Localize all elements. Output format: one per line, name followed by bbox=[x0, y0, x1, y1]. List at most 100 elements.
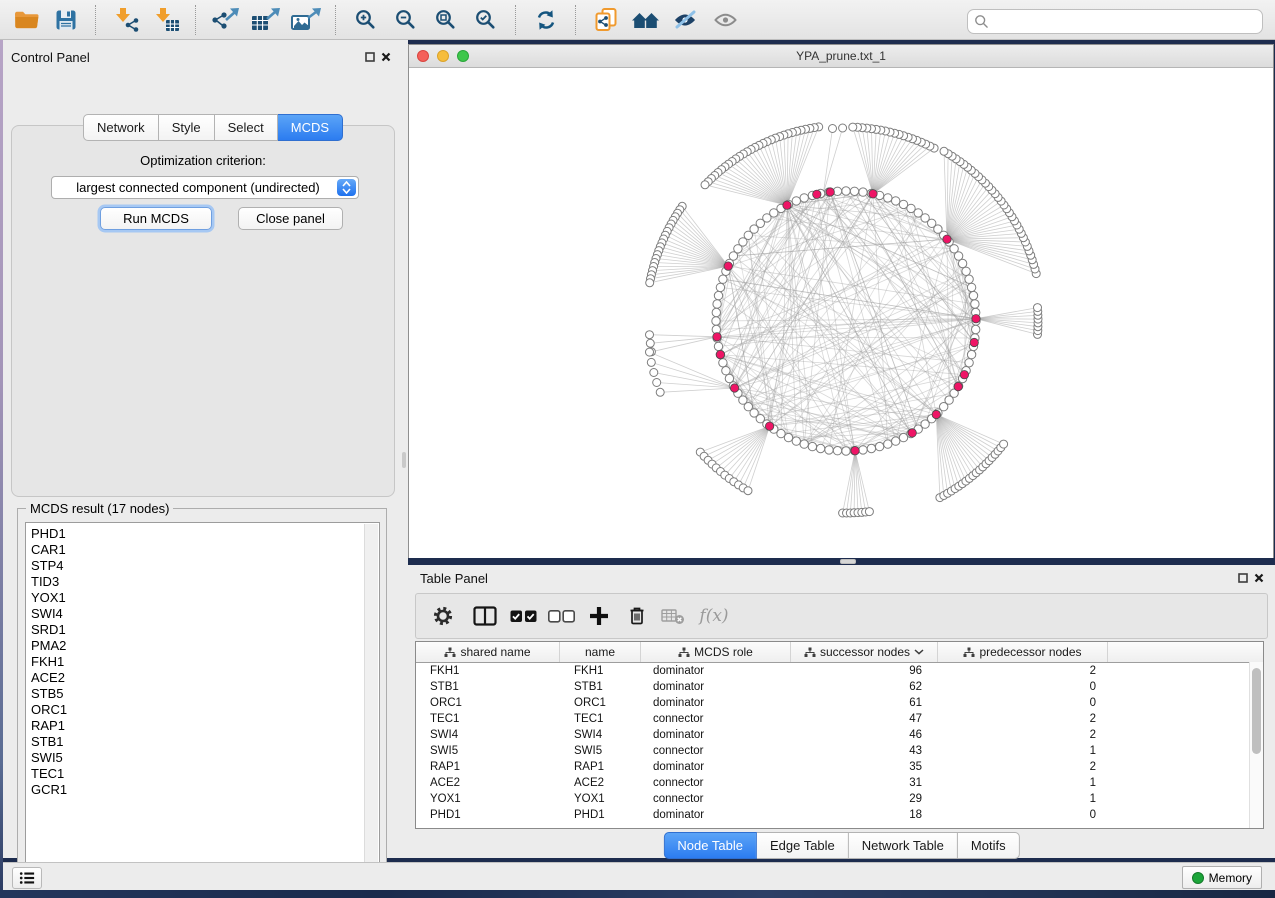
mcds-result-item[interactable]: GCR1 bbox=[31, 782, 379, 798]
column-header-mcds-role[interactable]: MCDS role bbox=[641, 642, 791, 662]
optimization-criterion-label: Optimization criterion: bbox=[11, 153, 395, 168]
table-cell-filler bbox=[1108, 663, 1263, 679]
mcds-result-item[interactable]: PMA2 bbox=[31, 638, 379, 654]
main-toolbar bbox=[0, 0, 1275, 40]
attribute-icon bbox=[963, 647, 975, 658]
table-cell: SWI4 bbox=[416, 727, 560, 743]
close-panel-button[interactable]: Close panel bbox=[238, 207, 343, 230]
sort-desc-icon bbox=[914, 649, 924, 655]
mcds-result-list[interactable]: PHD1CAR1STP4TID3YOX1SWI4SRD1PMA2FKH1ACE2… bbox=[25, 522, 380, 873]
table-cell: 29 bbox=[791, 791, 938, 807]
table-row[interactable]: SWI4SWI4dominator462 bbox=[416, 727, 1263, 743]
table-row[interactable]: PHD1PHD1dominator180 bbox=[416, 807, 1263, 823]
zoom-out-icon[interactable] bbox=[388, 3, 424, 37]
add-column-icon[interactable] bbox=[584, 601, 614, 631]
mcds-result-item[interactable]: PHD1 bbox=[31, 526, 379, 542]
export-network-icon[interactable] bbox=[208, 3, 244, 37]
tab-select[interactable]: Select bbox=[215, 114, 278, 141]
table-cell-filler bbox=[1108, 759, 1263, 775]
mcds-result-item[interactable]: SRD1 bbox=[31, 622, 379, 638]
refresh-icon[interactable] bbox=[528, 3, 564, 37]
export-table-icon[interactable] bbox=[248, 3, 284, 37]
mcds-result-item[interactable]: CAR1 bbox=[31, 542, 379, 558]
import-network-icon[interactable] bbox=[108, 3, 144, 37]
mcds-result-item[interactable]: TID3 bbox=[31, 574, 379, 590]
function-builder-icon[interactable]: f(x) bbox=[694, 601, 734, 631]
clone-network-icon[interactable] bbox=[588, 3, 624, 37]
tab-edge-table[interactable]: Edge Table bbox=[757, 832, 849, 859]
network-graph[interactable] bbox=[409, 68, 1273, 558]
column-header-name[interactable]: name bbox=[560, 642, 641, 662]
tab-network-table[interactable]: Network Table bbox=[849, 832, 958, 859]
home-layout-icon[interactable] bbox=[628, 3, 664, 37]
run-mcds-button[interactable]: Run MCDS bbox=[100, 207, 212, 230]
tab-network[interactable]: Network bbox=[83, 114, 159, 141]
table-row[interactable]: RAP1RAP1dominator352 bbox=[416, 759, 1263, 775]
horizontal-splitter[interactable] bbox=[840, 559, 856, 564]
deselect-all-icon[interactable] bbox=[546, 601, 576, 631]
vertical-splitter[interactable] bbox=[400, 40, 408, 858]
zoom-selected-icon[interactable] bbox=[468, 3, 504, 37]
network-canvas[interactable] bbox=[409, 68, 1273, 558]
mcds-result-item[interactable]: RAP1 bbox=[31, 718, 379, 734]
mcds-result-item[interactable]: TEC1 bbox=[31, 766, 379, 782]
show-all-icon[interactable] bbox=[708, 3, 744, 37]
split-view-icon[interactable] bbox=[470, 601, 500, 631]
mcds-result-item[interactable]: STB5 bbox=[31, 686, 379, 702]
table-cell: 62 bbox=[791, 679, 938, 695]
float-panel-icon[interactable] bbox=[362, 49, 378, 65]
delete-column-icon[interactable] bbox=[622, 601, 652, 631]
close-panel-icon[interactable] bbox=[1251, 570, 1267, 586]
table-cell: connector bbox=[641, 711, 791, 727]
tab-node-table[interactable]: Node Table bbox=[663, 832, 757, 859]
zoom-in-icon[interactable] bbox=[348, 3, 384, 37]
delete-table-icon[interactable] bbox=[658, 601, 688, 631]
table-row[interactable]: TEC1TEC1connector472 bbox=[416, 711, 1263, 727]
mcds-result-item[interactable]: SWI4 bbox=[31, 606, 379, 622]
search-input[interactable] bbox=[967, 9, 1263, 34]
table-row[interactable]: STB1STB1dominator620 bbox=[416, 679, 1263, 695]
table-row[interactable]: SWI5SWI5connector431 bbox=[416, 743, 1263, 759]
float-panel-icon[interactable] bbox=[1235, 570, 1251, 586]
table-cell: 31 bbox=[791, 775, 938, 791]
optimization-criterion-select[interactable]: largest connected component (undirected) bbox=[51, 176, 359, 199]
table-row[interactable]: YOX1YOX1connector291 bbox=[416, 791, 1263, 807]
task-history-button[interactable] bbox=[12, 867, 42, 889]
open-folder-icon[interactable] bbox=[8, 3, 44, 37]
mcds-result-item[interactable]: ORC1 bbox=[31, 702, 379, 718]
table-scrollbar[interactable] bbox=[1249, 662, 1263, 828]
select-all-icon[interactable] bbox=[508, 601, 538, 631]
tab-style[interactable]: Style bbox=[159, 114, 215, 141]
memory-button[interactable]: Memory bbox=[1182, 866, 1262, 889]
table-cell: dominator bbox=[641, 663, 791, 679]
mcds-result-item[interactable]: STP4 bbox=[31, 558, 379, 574]
column-header-successor-nodes[interactable]: successor nodes bbox=[791, 642, 938, 662]
table-row[interactable]: FKH1FKH1dominator962 bbox=[416, 663, 1263, 679]
save-icon[interactable] bbox=[48, 3, 84, 37]
network-window-titlebar[interactable]: YPA_prune.txt_1 bbox=[409, 45, 1273, 68]
close-panel-icon[interactable] bbox=[378, 49, 394, 65]
control-panel-header: Control Panel bbox=[3, 48, 400, 66]
result-list-scrollbar[interactable] bbox=[364, 524, 378, 871]
table-row[interactable]: ORC1ORC1dominator610 bbox=[416, 695, 1263, 711]
mcds-result-item[interactable]: FKH1 bbox=[31, 654, 379, 670]
zoom-fit-icon[interactable] bbox=[428, 3, 464, 37]
scrollbar-thumb[interactable] bbox=[1252, 668, 1261, 754]
column-header-predecessor-nodes[interactable]: predecessor nodes bbox=[938, 642, 1108, 662]
settings-gear-icon[interactable] bbox=[428, 601, 458, 631]
search-text-field[interactable] bbox=[989, 12, 1262, 32]
hide-selected-icon[interactable] bbox=[668, 3, 704, 37]
column-header-shared-name[interactable]: shared name bbox=[416, 642, 560, 662]
table-cell: 2 bbox=[938, 759, 1108, 775]
table-cell-filler bbox=[1108, 727, 1263, 743]
mcds-result-item[interactable]: SWI5 bbox=[31, 750, 379, 766]
mcds-result-item[interactable]: ACE2 bbox=[31, 670, 379, 686]
mcds-result-item[interactable]: STB1 bbox=[31, 734, 379, 750]
table-row[interactable]: ACE2ACE2connector311 bbox=[416, 775, 1263, 791]
tab-motifs[interactable]: Motifs bbox=[958, 832, 1020, 859]
export-image-icon[interactable] bbox=[288, 3, 324, 37]
tab-mcds[interactable]: MCDS bbox=[278, 114, 343, 141]
table-cell: ORC1 bbox=[560, 695, 641, 711]
mcds-result-item[interactable]: YOX1 bbox=[31, 590, 379, 606]
import-table-icon[interactable] bbox=[148, 3, 184, 37]
